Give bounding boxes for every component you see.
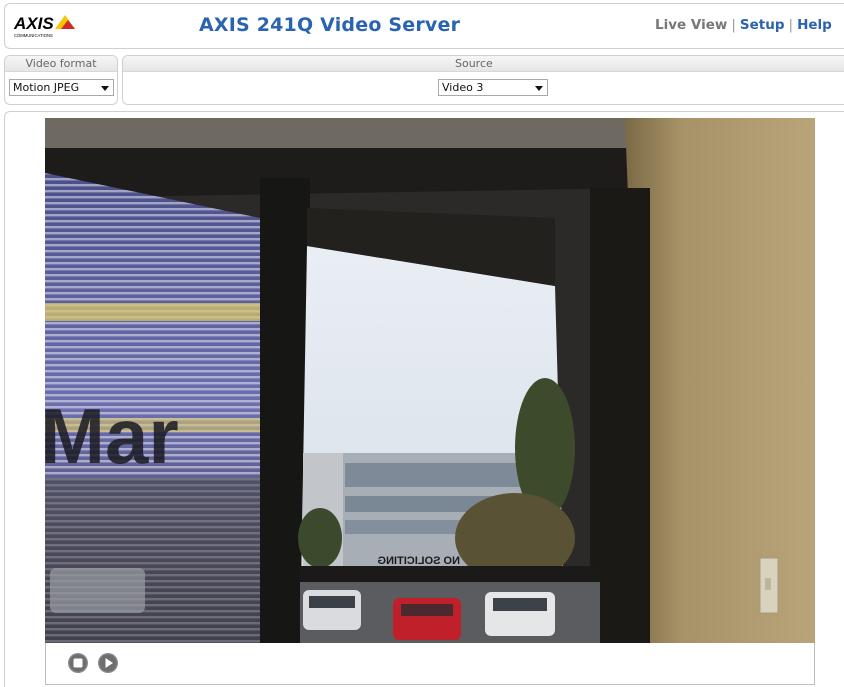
nav-setup[interactable]: Setup [740, 17, 785, 33]
chevron-down-icon [101, 86, 109, 91]
play-button[interactable] [97, 652, 119, 674]
page-title: AXIS 241Q Video Server [199, 14, 461, 36]
nav-separator: | [788, 17, 794, 33]
page-header: AXIS COMMUNICATIONS AXIS 241Q Video Serv… [4, 3, 844, 49]
source-select[interactable]: Video 3 [438, 79, 548, 96]
axis-logo[interactable]: AXIS COMMUNICATIONS [13, 11, 93, 41]
stop-button[interactable] [67, 652, 89, 674]
chevron-down-icon [535, 86, 543, 91]
stop-icon [68, 653, 88, 673]
video-format-panel: Video format Motion JPEG [4, 55, 118, 105]
video-format-value: Motion JPEG [13, 81, 80, 94]
door-sign-text: NO SOLICITING [378, 555, 461, 567]
logo-subtext: COMMUNICATIONS [14, 33, 53, 38]
logo-text: AXIS [13, 14, 54, 33]
video-format-label: Video format [5, 56, 117, 72]
top-nav: Live View | Setup | Help [655, 17, 832, 33]
live-video-stream[interactable]: Mar NO SOLICITING [45, 118, 815, 643]
play-icon [98, 653, 118, 673]
nav-separator: | [731, 17, 736, 33]
player-controls [45, 643, 815, 685]
nav-live-view[interactable]: Live View [655, 17, 727, 33]
source-label: Source [123, 56, 844, 72]
source-panel: Source Video 3 [122, 55, 844, 105]
video-format-select[interactable]: Motion JPEG [9, 79, 114, 96]
source-value: Video 3 [442, 81, 484, 94]
nav-help[interactable]: Help [797, 17, 832, 33]
window-lettering: Mar [45, 392, 179, 480]
